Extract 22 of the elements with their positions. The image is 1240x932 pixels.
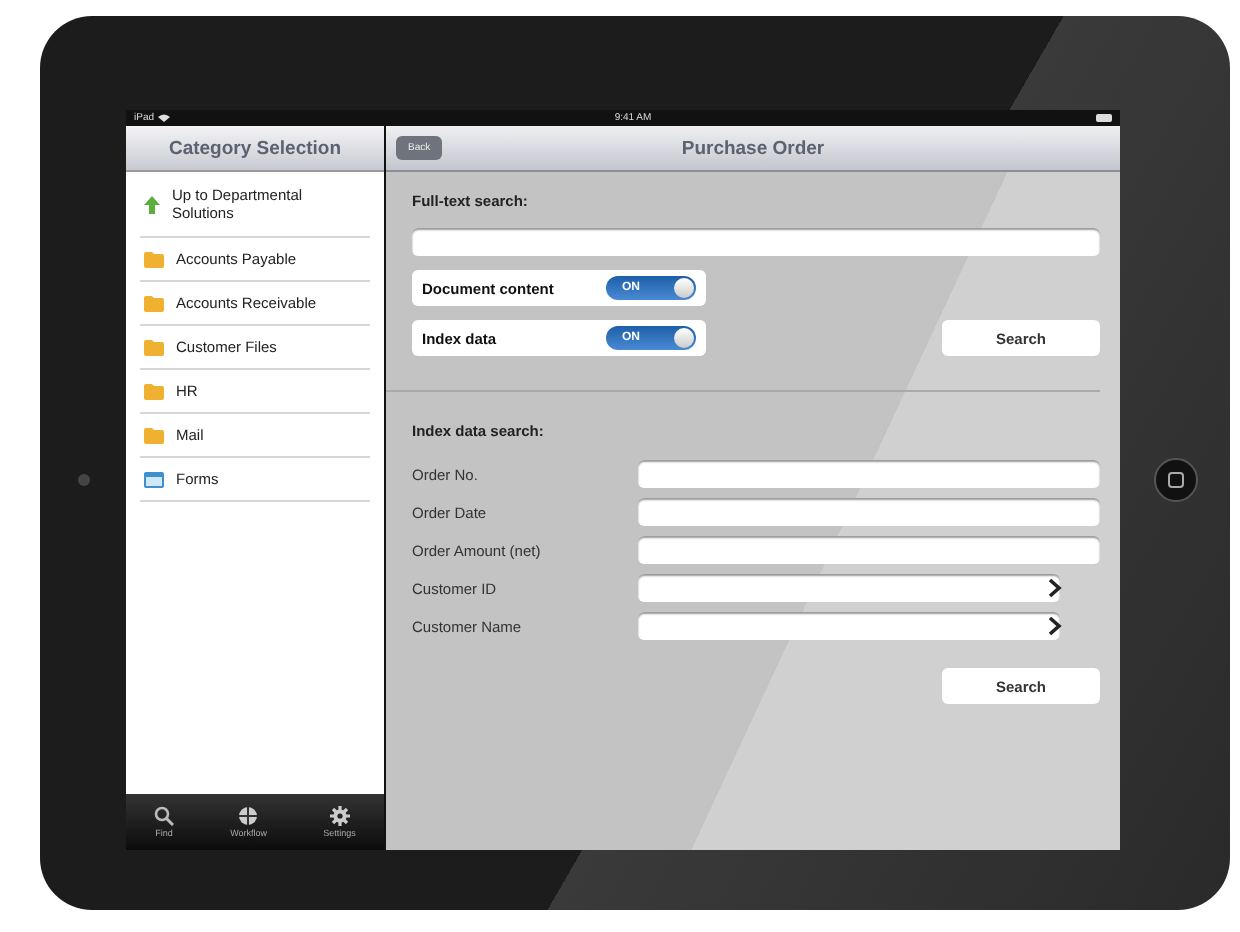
search-icon — [154, 806, 175, 826]
home-button[interactable] — [1153, 458, 1197, 502]
wifi-icon — [158, 114, 171, 122]
folder-icon — [144, 295, 164, 311]
input-field[interactable] — [638, 536, 1100, 564]
globe-icon — [238, 806, 259, 826]
search-field[interactable] — [412, 228, 1100, 256]
input-field[interactable] — [638, 460, 1100, 488]
folder-icon — [144, 251, 164, 267]
battery-icon — [1096, 114, 1112, 122]
settings-icon — [329, 806, 350, 826]
page-title: Purchase Order — [681, 137, 825, 159]
window-icon — [144, 471, 164, 487]
input-field[interactable] — [638, 612, 1060, 640]
input-field[interactable] — [638, 574, 1060, 602]
sidebar-title: Category Selection — [168, 137, 342, 159]
input-field[interactable] — [638, 498, 1100, 526]
folder-icon — [144, 427, 164, 443]
folder-icon — [144, 339, 164, 355]
folder-icon — [144, 383, 164, 399]
camera-dot — [77, 474, 89, 486]
up-arrow-icon — [144, 195, 160, 213]
